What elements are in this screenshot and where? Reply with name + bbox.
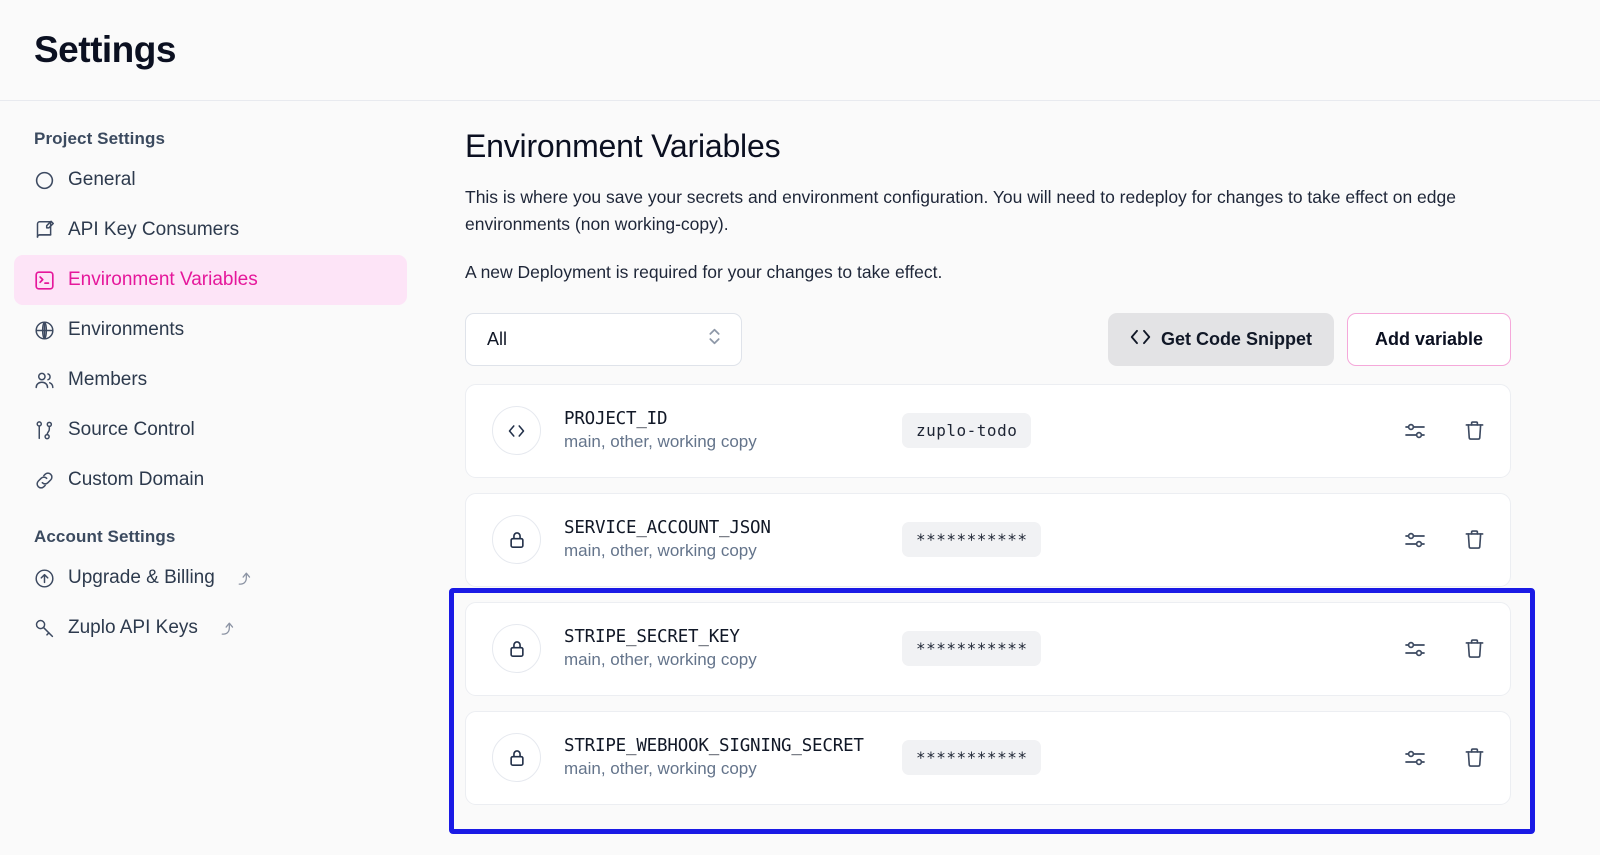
key-icon	[34, 618, 55, 639]
variable-value: zuplo-todo	[902, 413, 1031, 448]
code-brackets-icon	[1130, 329, 1151, 350]
add-variable-button[interactable]: Add variable	[1347, 313, 1511, 366]
main-content: Environment Variables This is where you …	[449, 101, 1600, 855]
variable-info: SERVICE_ACCOUNT_JSON main, other, workin…	[564, 518, 902, 561]
variable-value: ***********	[902, 522, 1041, 557]
variable-environments: main, other, working copy	[564, 650, 902, 670]
row-actions	[1403, 746, 1486, 770]
sidebar-nav: Project Settings General API Key Consume…	[0, 101, 449, 855]
lock-icon	[492, 515, 541, 564]
trash-icon[interactable]	[1463, 528, 1486, 551]
sliders-icon[interactable]	[1403, 528, 1427, 552]
sidebar-item-label: API Key Consumers	[68, 219, 239, 241]
sidebar-item-members[interactable]: Members	[14, 355, 407, 405]
sidebar-heading-account-settings: Account Settings	[0, 505, 449, 553]
code-brackets-icon	[492, 406, 541, 455]
settings-page: Settings Project Settings General	[0, 0, 1600, 855]
lock-icon	[492, 624, 541, 673]
sidebar-item-label: Custom Domain	[68, 469, 204, 491]
row-actions	[1403, 637, 1486, 661]
get-code-snippet-button[interactable]: Get Code Snippet	[1108, 313, 1334, 366]
table-row[interactable]: PROJECT_ID main, other, working copy zup…	[465, 384, 1511, 478]
circle-icon	[34, 170, 55, 191]
add-variable-label: Add variable	[1375, 329, 1483, 350]
sidebar-item-custom-domain[interactable]: Custom Domain	[14, 455, 407, 505]
lock-icon	[492, 733, 541, 782]
row-actions	[1403, 419, 1486, 443]
variable-info: STRIPE_SECRET_KEY main, other, working c…	[564, 627, 902, 670]
variable-info: PROJECT_ID main, other, working copy	[564, 409, 902, 452]
variable-info: STRIPE_WEBHOOK_SIGNING_SECRET main, othe…	[564, 736, 902, 779]
chevron-updown-icon	[706, 325, 723, 353]
sidebar-item-zuplo-api-keys[interactable]: Zuplo API Keys	[14, 603, 407, 653]
arrow-up-circle-icon	[34, 568, 55, 589]
trash-icon[interactable]	[1463, 419, 1486, 442]
users-icon	[34, 370, 55, 391]
section-description-1: This is where you save your secrets and …	[465, 184, 1505, 237]
sidebar-item-api-key-consumers[interactable]: API Key Consumers	[14, 205, 407, 255]
variables-toolbar: All	[465, 313, 1534, 366]
external-link-icon	[235, 570, 252, 587]
sidebar-item-label: Source Control	[68, 419, 195, 441]
top-header: Settings	[0, 0, 1600, 101]
variable-environments: main, other, working copy	[564, 759, 902, 779]
variable-value: ***********	[902, 740, 1041, 775]
sidebar-item-environment-variables[interactable]: Environment Variables	[14, 255, 407, 305]
sidebar-item-label: Upgrade & Billing	[68, 567, 215, 589]
sidebar-item-label: General	[68, 169, 136, 191]
table-row[interactable]: STRIPE_WEBHOOK_SIGNING_SECRET main, othe…	[465, 711, 1511, 805]
sliders-icon[interactable]	[1403, 419, 1427, 443]
variable-name: SERVICE_ACCOUNT_JSON	[564, 518, 902, 538]
sidebar-item-label: Members	[68, 369, 147, 391]
get-code-snippet-label: Get Code Snippet	[1161, 329, 1312, 350]
trash-icon[interactable]	[1463, 746, 1486, 769]
section-description-2: A new Deployment is required for your ch…	[465, 259, 1505, 286]
sidebar-item-label: Zuplo API Keys	[68, 617, 198, 639]
book-pen-icon	[34, 220, 55, 241]
body-container: Project Settings General API Key Consume…	[0, 101, 1600, 855]
variables-list: PROJECT_ID main, other, working copy zup…	[465, 384, 1534, 805]
table-row[interactable]: SERVICE_ACCOUNT_JSON main, other, workin…	[465, 493, 1511, 587]
globe-icon	[34, 320, 55, 341]
sliders-icon[interactable]	[1403, 746, 1427, 770]
link-icon	[34, 470, 55, 491]
variable-value: ***********	[902, 631, 1041, 666]
row-actions	[1403, 528, 1486, 552]
variable-name: STRIPE_WEBHOOK_SIGNING_SECRET	[564, 736, 902, 756]
variable-name: PROJECT_ID	[564, 409, 902, 429]
environment-filter-select[interactable]: All	[465, 313, 742, 366]
section-title: Environment Variables	[465, 128, 1534, 165]
sidebar-item-environments[interactable]: Environments	[14, 305, 407, 355]
sidebar-item-upgrade-billing[interactable]: Upgrade & Billing	[14, 553, 407, 603]
trash-icon[interactable]	[1463, 637, 1486, 660]
terminal-icon	[34, 270, 55, 291]
variable-name: STRIPE_SECRET_KEY	[564, 627, 902, 647]
sidebar-item-source-control[interactable]: Source Control	[14, 405, 407, 455]
sliders-icon[interactable]	[1403, 637, 1427, 661]
sidebar-item-label: Environments	[68, 319, 184, 341]
environment-filter-value: All	[487, 329, 507, 350]
sidebar-item-label: Environment Variables	[68, 269, 258, 291]
table-row[interactable]: STRIPE_SECRET_KEY main, other, working c…	[465, 602, 1511, 696]
variable-environments: main, other, working copy	[564, 432, 902, 452]
page-title: Settings	[34, 29, 176, 71]
git-branch-icon	[34, 420, 55, 441]
sidebar-heading-project-settings: Project Settings	[0, 129, 449, 155]
variable-environments: main, other, working copy	[564, 541, 902, 561]
sidebar-item-general[interactable]: General	[14, 155, 407, 205]
external-link-icon	[218, 620, 235, 637]
